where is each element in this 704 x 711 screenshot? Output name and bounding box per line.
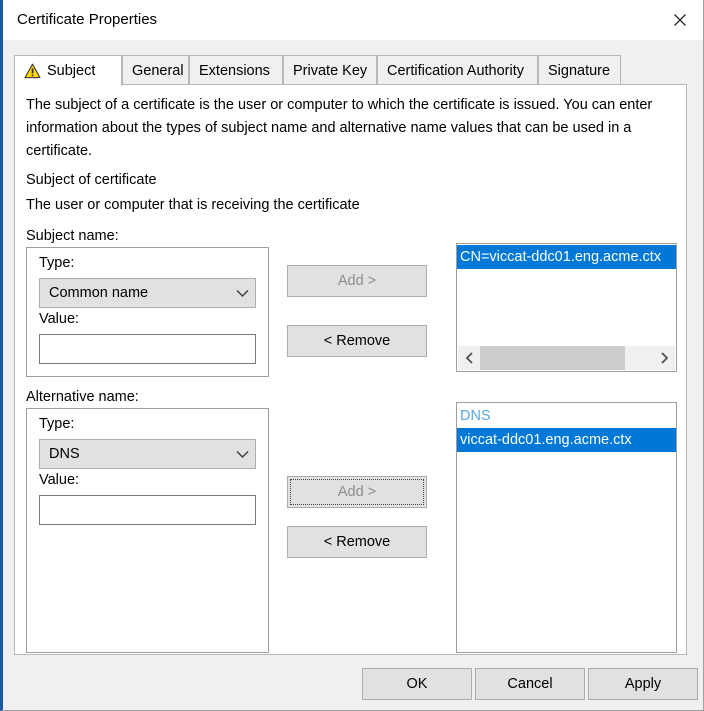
scroll-left-arrow-icon[interactable] bbox=[458, 346, 480, 370]
scrollbar-track[interactable] bbox=[480, 346, 653, 370]
tab-label: General bbox=[132, 63, 184, 79]
horizontal-scrollbar[interactable] bbox=[458, 346, 675, 370]
alternative-remove-button-label: < Remove bbox=[324, 534, 391, 550]
subject-value-textbox[interactable] bbox=[39, 334, 256, 364]
window-title: Certificate Properties bbox=[17, 11, 157, 28]
tab-label: Certification Authority bbox=[387, 63, 524, 79]
close-icon bbox=[672, 12, 688, 28]
alternative-value-label: Value: bbox=[39, 472, 79, 488]
section-title: Subject of certificate bbox=[26, 172, 157, 188]
subject-add-button[interactable]: Add > bbox=[287, 265, 427, 297]
dialog-footer: OK Cancel Apply bbox=[3, 655, 703, 710]
tab-certification-authority[interactable]: Certification Authority bbox=[377, 55, 538, 85]
subject-type-combobox-value: Common name bbox=[40, 285, 229, 301]
apply-button-label: Apply bbox=[625, 676, 661, 692]
alternative-type-label: Type: bbox=[39, 416, 74, 432]
warning-triangle-icon bbox=[24, 63, 41, 79]
tab-label: Extensions bbox=[199, 63, 270, 79]
page-description: The subject of a certificate is the user… bbox=[26, 94, 674, 163]
subject-type-label: Type: bbox=[39, 255, 74, 271]
subject-name-groupbox: Type: Common name Value: bbox=[26, 247, 269, 377]
tab-subject[interactable]: Subject bbox=[14, 55, 122, 86]
cancel-button[interactable]: Cancel bbox=[475, 668, 585, 700]
subject-name-group-label: Subject name: bbox=[26, 228, 119, 244]
alternative-value-textbox[interactable] bbox=[39, 495, 256, 525]
tab-general[interactable]: General bbox=[122, 55, 189, 85]
alternative-remove-button[interactable]: < Remove bbox=[287, 526, 427, 558]
alternative-add-button[interactable]: Add > bbox=[287, 476, 427, 508]
cancel-button-label: Cancel bbox=[507, 676, 552, 692]
list-item[interactable]: viccat-ddc01.eng.acme.ctx bbox=[457, 428, 676, 452]
screen: Certificate Properties bbox=[0, 0, 704, 711]
tab-label: Signature bbox=[548, 63, 610, 79]
title-bar: Certificate Properties bbox=[3, 0, 703, 40]
tab-strip: Subject General Extensions Private Key C… bbox=[14, 55, 687, 85]
subject-add-button-label: Add > bbox=[338, 273, 376, 289]
tab-extensions[interactable]: Extensions bbox=[189, 55, 283, 85]
section-subtitle: The user or computer that is receiving t… bbox=[26, 197, 360, 213]
subject-remove-button-label: < Remove bbox=[324, 333, 391, 349]
alternative-name-groupbox: Type: DNS Value: bbox=[26, 408, 269, 653]
subject-name-listbox[interactable]: CN=viccat-ddc01.eng.acme.ctx bbox=[456, 243, 677, 372]
subject-type-combobox[interactable]: Common name bbox=[39, 278, 256, 308]
alternative-value-input[interactable] bbox=[40, 496, 255, 524]
close-button[interactable] bbox=[657, 0, 703, 40]
scrollbar-thumb[interactable] bbox=[480, 346, 625, 370]
tab-label: Private Key bbox=[293, 63, 367, 79]
ok-button-label: OK bbox=[407, 676, 428, 692]
alternative-type-combobox-value: DNS bbox=[40, 446, 229, 462]
subject-remove-button[interactable]: < Remove bbox=[287, 325, 427, 357]
alternative-name-group-label: Alternative name: bbox=[26, 389, 139, 405]
subject-value-label: Value: bbox=[39, 311, 79, 327]
tab-signature[interactable]: Signature bbox=[538, 55, 621, 85]
chevron-down-icon bbox=[229, 450, 255, 459]
chevron-down-icon bbox=[229, 289, 255, 298]
subject-tab-page: The subject of a certificate is the user… bbox=[14, 84, 687, 655]
alternative-type-combobox[interactable]: DNS bbox=[39, 439, 256, 469]
apply-button[interactable]: Apply bbox=[588, 668, 698, 700]
tab-label: Subject bbox=[47, 63, 95, 79]
ok-button[interactable]: OK bbox=[362, 668, 472, 700]
subject-value-input[interactable] bbox=[40, 335, 255, 363]
certificate-properties-dialog: Certificate Properties bbox=[0, 0, 704, 711]
tab-private-key[interactable]: Private Key bbox=[283, 55, 377, 85]
list-item[interactable]: CN=viccat-ddc01.eng.acme.ctx bbox=[457, 245, 676, 269]
alternative-name-listbox[interactable]: DNS viccat-ddc01.eng.acme.ctx bbox=[456, 402, 677, 653]
scroll-right-arrow-icon[interactable] bbox=[653, 346, 675, 370]
alternative-add-button-label: Add > bbox=[338, 484, 376, 500]
list-group-header: DNS bbox=[457, 404, 676, 428]
